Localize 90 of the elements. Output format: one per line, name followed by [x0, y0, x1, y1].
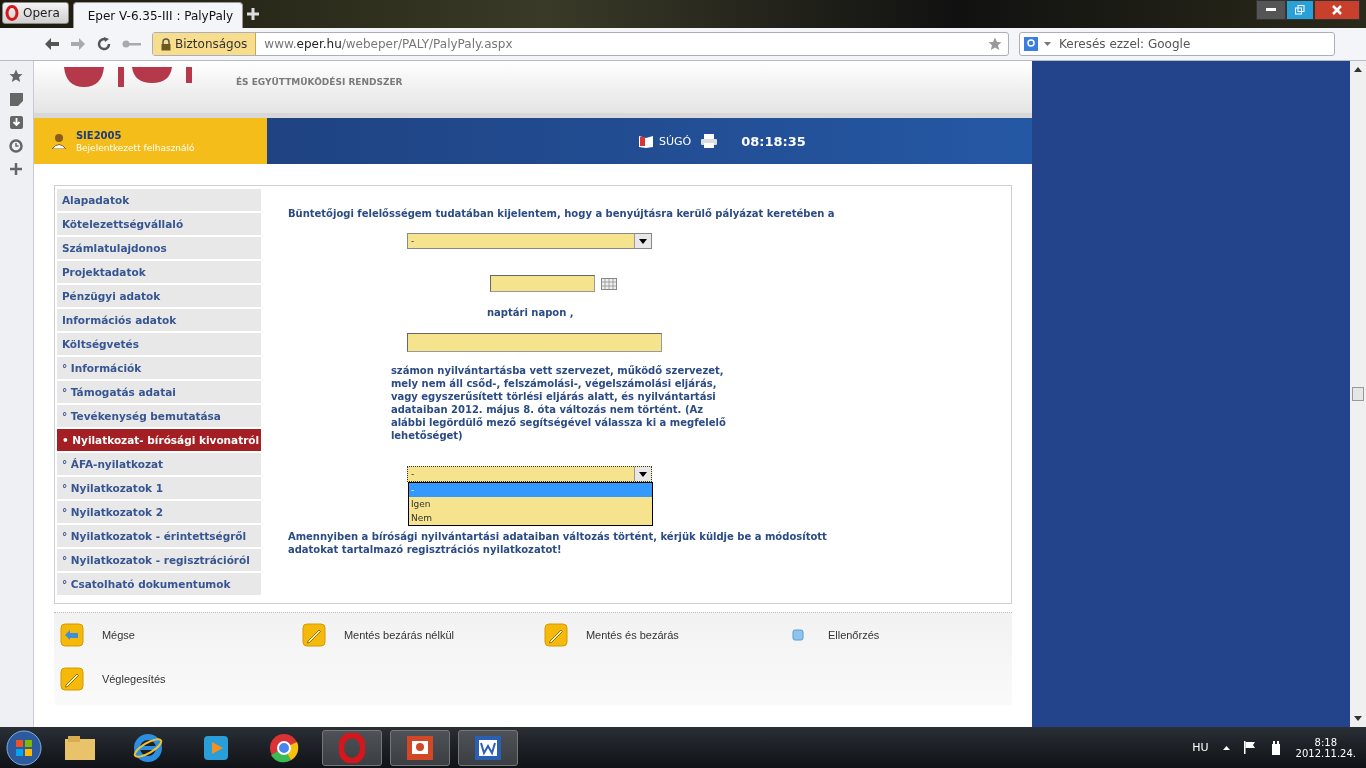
dropdown-option[interactable]: Igen: [408, 497, 652, 511]
pencil-icon: [543, 623, 568, 647]
scroll-down-icon[interactable]: [1354, 716, 1362, 721]
star-icon[interactable]: [988, 37, 1002, 51]
presentation-icon: [406, 734, 434, 761]
nav-item[interactable]: Alapadatok: [56, 189, 261, 211]
day-label: naptári napon ,: [486, 306, 575, 319]
registration-field[interactable]: [406, 333, 662, 352]
opera-logo-icon: [5, 5, 19, 21]
new-tab-icon[interactable]: [246, 8, 259, 20]
plus-icon[interactable]: [10, 163, 23, 175]
nav-item[interactable]: ° Nyilatkozatok - érintettségről: [56, 525, 261, 547]
printer-icon[interactable]: [701, 134, 718, 148]
download-icon[interactable]: [9, 116, 23, 129]
nav-item[interactable]: ° Nyilatkozatok 1: [56, 477, 261, 499]
restore-icon: [1295, 5, 1305, 15]
url-text: www.eper.hu/webeper/PALY/PalyPaly.aspx: [263, 37, 514, 51]
star-icon[interactable]: [9, 69, 24, 83]
lock-icon: [161, 37, 171, 51]
organization-select[interactable]: -: [406, 233, 652, 249]
taskbar-button[interactable]: [390, 729, 450, 766]
reload-icon[interactable]: [96, 36, 112, 52]
close-button[interactable]: [1314, 0, 1360, 20]
calendar-icon[interactable]: [600, 277, 617, 290]
nav-item[interactable]: ° Támogatás adatai: [56, 381, 261, 403]
nav-item[interactable]: ° Tevékenység bemutatása: [56, 405, 261, 427]
statement-text: számon nyilvántartásba vett szervezet, működő szervezet, mely nem áll csőd-, felszámolási-, végelszámolási eljárás, vagy egyszerűsített törlési eljárás alatt, és nyilvántartási adataiban 2012. május 8. óta változás nem történt. (Az alábbi legördülő mező segítségével válassza ki a megfelelő lehetőséget): [390, 364, 726, 442]
nav-item[interactable]: Információs adatok: [56, 309, 261, 331]
tray-clock[interactable]: 8:18 2012.11.24.: [1295, 736, 1356, 759]
nav-item[interactable]: Kötelezettségvállaló: [56, 213, 261, 235]
nav-item[interactable]: ° ÁFA-nyilatkozat: [56, 453, 261, 475]
action-button[interactable]: Mégse: [59, 613, 302, 657]
folder-icon: [64, 734, 96, 761]
intro-text: Büntetőjogi felelősségem tudatában kijelentem, hogy a benyújtásra kerülő pályázat keretében a: [287, 207, 836, 220]
opera-icon: [339, 732, 365, 763]
user-role: Bejelentkezett felhasználó: [75, 142, 195, 153]
book-icon[interactable]: [638, 134, 653, 148]
user-icon: [51, 133, 66, 149]
caret-up-icon[interactable]: [1222, 745, 1230, 750]
browser-tab[interactable]: Eper V-6.35-III : PalyPaly: [72, 2, 243, 28]
pencil-icon: [59, 667, 84, 691]
action-button[interactable]: Ellenőrzés: [785, 613, 1028, 657]
action-button[interactable]: Véglegesítés: [59, 657, 302, 701]
action-button[interactable]: Mentés bezárás nélkül: [301, 613, 544, 657]
date-field[interactable]: [489, 275, 595, 292]
dropdown-option[interactable]: Nem: [408, 511, 652, 525]
nav-item[interactable]: ° Információk: [56, 357, 261, 379]
browser-e-icon: [133, 732, 163, 763]
note-text: Amennyiben a bírósági nyilvántartási adataiban változás történt, kérjük küldje be a módosított adatokat tartalmazó regisztrációs nyilatkozatot!: [287, 530, 828, 556]
help-link[interactable]: SÚGÓ: [658, 134, 692, 148]
nav-item[interactable]: • Nyilatkozat- bírósági kivonatról: [56, 429, 261, 451]
clock-time: 08:18:35: [741, 133, 806, 149]
caret-icon: [638, 238, 647, 244]
nav-item[interactable]: Költségvetés: [56, 333, 261, 355]
close-icon: [1332, 5, 1342, 15]
square-icon: [791, 629, 804, 641]
nav-item[interactable]: Projektadatok: [56, 261, 261, 283]
security-badge[interactable]: Biztonságos: [153, 33, 257, 55]
scroll-thumb[interactable]: [1352, 387, 1364, 401]
note-icon[interactable]: [9, 93, 23, 106]
action-button[interactable]: Mentés és bezárás: [543, 613, 786, 657]
logo-subtitle: ÉS EGYÜTTMŰKÖDÉSI RENDSZER: [235, 77, 403, 87]
search-box[interactable]: Keresés ezzel: Google: [1019, 32, 1335, 56]
address-bar[interactable]: Biztonságos www.eper.hu/webeper/PALY/PalyPaly.aspx: [152, 32, 1009, 56]
nav-item[interactable]: Számlatulajdonos: [56, 237, 261, 259]
search-engine-icon[interactable]: [1024, 37, 1038, 51]
clock-icon[interactable]: [9, 139, 24, 153]
nav-item[interactable]: Pénzügyi adatok: [56, 285, 261, 307]
nav-item[interactable]: ° Csatolható dokumentumok: [56, 573, 261, 595]
taskbar-button[interactable]: [458, 729, 518, 766]
restore-button[interactable]: [1286, 0, 1314, 20]
caret-icon: [638, 471, 647, 477]
document-icon: [474, 734, 502, 761]
back-icon[interactable]: [44, 37, 60, 51]
start-orb-icon[interactable]: [6, 729, 42, 766]
flag-icon[interactable]: [1243, 741, 1256, 754]
opera-menu-button[interactable]: Opera: [2, 2, 69, 24]
search-field[interactable]: Keresés ezzel: Google: [1057, 36, 1334, 52]
chrome-icon: [269, 732, 299, 763]
caret-icon[interactable]: [1044, 42, 1051, 46]
minimize-icon: [1266, 8, 1276, 12]
power-plug-icon[interactable]: [1269, 740, 1282, 755]
media-player-icon: [202, 733, 230, 762]
nav-item[interactable]: ° Nyilatkozatok 2: [56, 501, 261, 523]
nav-item[interactable]: ° Nyilatkozatok - regisztrációról: [56, 549, 261, 571]
scroll-up-icon[interactable]: [1354, 67, 1362, 72]
pencil-icon: [301, 623, 326, 647]
user-name: SIE2005: [75, 129, 123, 141]
language-indicator[interactable]: HU: [1192, 741, 1209, 754]
minimize-button[interactable]: [1256, 0, 1286, 20]
